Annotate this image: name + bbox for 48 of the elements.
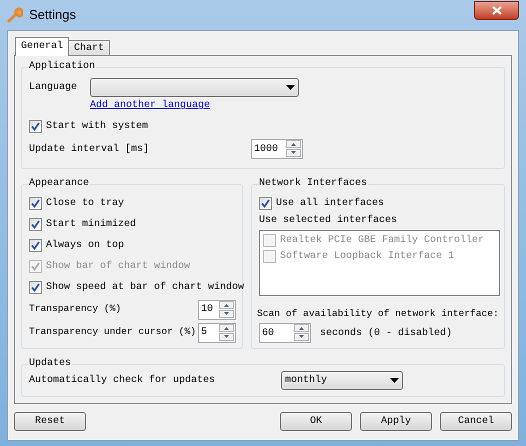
scan-suffix: seconds (0 - disabled) xyxy=(320,326,452,340)
checkbox[interactable]: Start with system xyxy=(29,116,504,137)
selected-interfaces-label: Use selected interfaces xyxy=(259,214,398,227)
spin-box[interactable]: 5 xyxy=(198,322,236,342)
spin-up-icon[interactable] xyxy=(219,324,234,332)
dropdown-arrow-icon xyxy=(286,85,295,90)
checkmark-icon xyxy=(31,122,40,131)
checkbox[interactable]: Start minimized xyxy=(29,214,242,235)
dialog-button[interactable]: Apply xyxy=(360,412,432,431)
spin-box[interactable]: 60 xyxy=(259,323,311,343)
spin-up-icon[interactable] xyxy=(219,300,234,308)
spinner-label: Transparency under cursor (%) xyxy=(29,325,197,340)
checkbox[interactable]: Use all interfaces xyxy=(259,193,500,214)
tab[interactable]: Chart xyxy=(68,40,110,56)
spinner-label: Transparency (%) xyxy=(29,302,122,316)
dialog-button[interactable]: Cancel xyxy=(440,412,512,431)
checkmark-icon xyxy=(261,199,270,208)
dropdown[interactable]: monthly xyxy=(281,371,403,390)
close-button[interactable] xyxy=(474,0,519,20)
spin-down-icon[interactable] xyxy=(294,333,309,341)
add-language-link[interactable]: Add another language xyxy=(90,99,504,112)
checkbox[interactable]: Always on top xyxy=(29,235,242,256)
tab[interactable]: General xyxy=(15,37,70,56)
checkmark-icon xyxy=(31,283,40,292)
checkbox[interactable]: Close to tray xyxy=(29,193,242,214)
dialog-button[interactable]: OK xyxy=(280,412,352,431)
spin-box[interactable]: 1000 xyxy=(251,139,303,159)
checkmark-icon xyxy=(31,220,40,229)
scan-label: Scan of availability of network interface: xyxy=(257,307,500,321)
dropdown-arrow-icon xyxy=(390,378,399,383)
window-title: Settings xyxy=(29,6,76,24)
updates-label: Automatically check for updates xyxy=(29,374,216,388)
spin-up-icon[interactable] xyxy=(294,324,309,332)
checkmark-icon xyxy=(31,262,40,271)
update-interval-label: Update interval [ms] xyxy=(29,142,150,156)
dialog-button[interactable]: Reset xyxy=(14,412,86,431)
close-icon xyxy=(492,6,502,14)
spin-up-icon[interactable] xyxy=(286,140,301,148)
spin-box[interactable]: 10 xyxy=(198,300,236,320)
dropdown[interactable] xyxy=(90,78,299,97)
checkbox[interactable]: Show speed at bar of chart window xyxy=(29,277,242,298)
checkmark-icon xyxy=(31,199,40,208)
spin-down-icon[interactable] xyxy=(219,310,234,318)
language-label: Language xyxy=(29,81,78,95)
spin-down-icon[interactable] xyxy=(219,332,234,340)
wrench-icon xyxy=(7,7,23,23)
spin-down-icon[interactable] xyxy=(286,149,301,157)
checkmark-icon xyxy=(31,241,40,250)
